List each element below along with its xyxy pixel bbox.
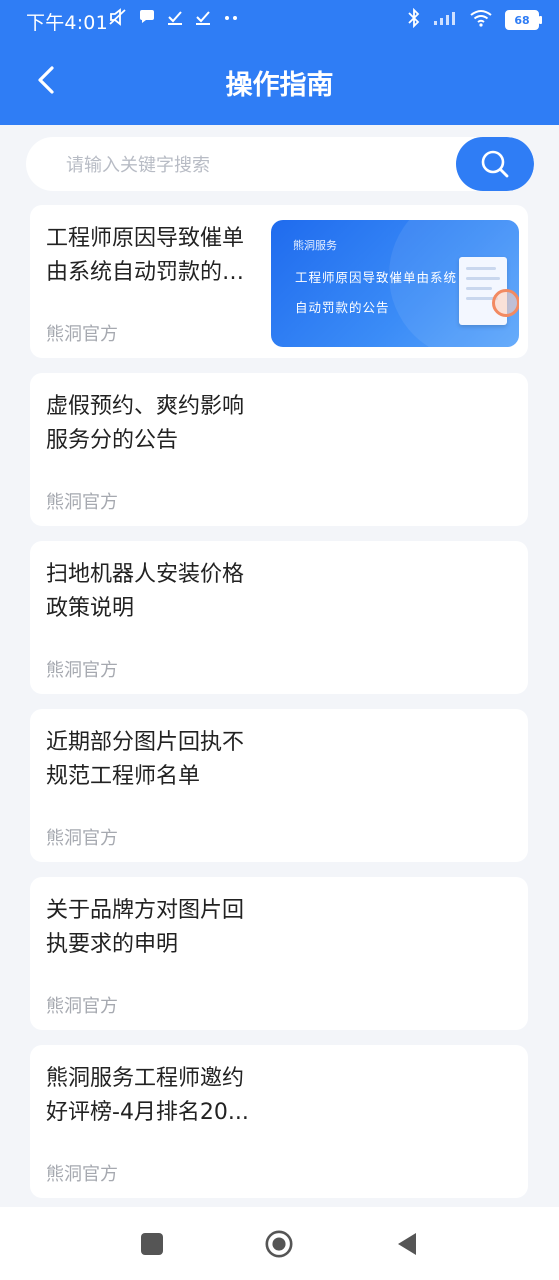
thumbnail-text: 工程师原因导致催单由系统自动罚款的公告 xyxy=(295,270,458,315)
battery-icon: 68 xyxy=(505,10,542,30)
more-dots-icon xyxy=(222,9,240,29)
article-title: 扫地机器人安装价格政策说明 xyxy=(46,562,245,621)
page-title: 操作指南 xyxy=(225,70,334,101)
list-item[interactable]: 虚假预约、爽约影响服务分的公告 熊洞官方 xyxy=(30,373,528,526)
article-thumbnail: 熊洞服务 工程师原因导致催单由系统自动罚款的公告 xyxy=(271,220,519,347)
article-title: 近期部分图片回执不规范工程师名单 xyxy=(46,730,245,789)
recents-button[interactable] xyxy=(137,1229,167,1259)
wifi-icon xyxy=(469,9,493,31)
article-title: 虚假预约、爽约影响服务分的公告 xyxy=(46,394,245,453)
article-title: 工程师原因导致催单由系统自动罚款的公告 xyxy=(46,226,245,285)
nav-header: 操作指南 xyxy=(0,42,559,125)
magnifier-icon xyxy=(492,289,519,317)
search-input[interactable] xyxy=(64,137,458,191)
article-source: 熊洞官方 xyxy=(46,492,118,513)
article-source: 熊洞官方 xyxy=(46,324,118,345)
chat-icon xyxy=(138,9,156,29)
thumbnail-brand: 熊洞服务 xyxy=(293,239,337,252)
search-bar xyxy=(26,137,534,191)
article-title: 熊洞服务工程师邀约好评榜-4月排名20... xyxy=(46,1066,249,1125)
back-nav-button[interactable] xyxy=(392,1229,422,1259)
article-source: 熊洞官方 xyxy=(46,828,118,849)
bluetooth-icon xyxy=(407,7,421,32)
square-icon xyxy=(141,1233,163,1255)
article-source: 熊洞官方 xyxy=(46,1164,118,1185)
app-header-bar: 下午4:01 68 操作指南 xyxy=(0,0,559,125)
status-system-icons: 68 xyxy=(407,7,542,32)
article-title: 关于品牌方对图片回执要求的申明 xyxy=(46,898,245,957)
article-list: 工程师原因导致催单由系统自动罚款的公告 熊洞官方 熊洞服务 工程师原因导致催单由… xyxy=(30,205,528,1213)
list-item[interactable]: 工程师原因导致催单由系统自动罚款的公告 熊洞官方 熊洞服务 工程师原因导致催单由… xyxy=(30,205,528,358)
status-notification-icons xyxy=(108,8,240,30)
article-source: 熊洞官方 xyxy=(46,996,118,1017)
circle-icon xyxy=(265,1230,293,1258)
article-source: 熊洞官方 xyxy=(46,660,118,681)
list-item[interactable]: 熊洞服务工程师邀约好评榜-4月排名20... 熊洞官方 xyxy=(30,1045,528,1198)
triangle-back-icon xyxy=(398,1233,416,1255)
home-button[interactable] xyxy=(264,1229,294,1259)
system-nav-bar xyxy=(0,1207,559,1280)
signal-icon xyxy=(433,10,457,30)
status-bar: 下午4:01 68 xyxy=(0,0,559,42)
list-item[interactable]: 关于品牌方对图片回执要求的申明 熊洞官方 xyxy=(30,877,528,1030)
status-time: 下午4:01 xyxy=(26,12,108,34)
list-item[interactable]: 近期部分图片回执不规范工程师名单 熊洞官方 xyxy=(30,709,528,862)
list-item[interactable]: 扫地机器人安装价格政策说明 熊洞官方 xyxy=(30,541,528,694)
search-icon xyxy=(481,150,509,178)
search-button[interactable] xyxy=(456,137,534,191)
mute-icon xyxy=(108,8,128,30)
check-download-icon xyxy=(194,9,212,29)
check-download-icon xyxy=(166,9,184,29)
